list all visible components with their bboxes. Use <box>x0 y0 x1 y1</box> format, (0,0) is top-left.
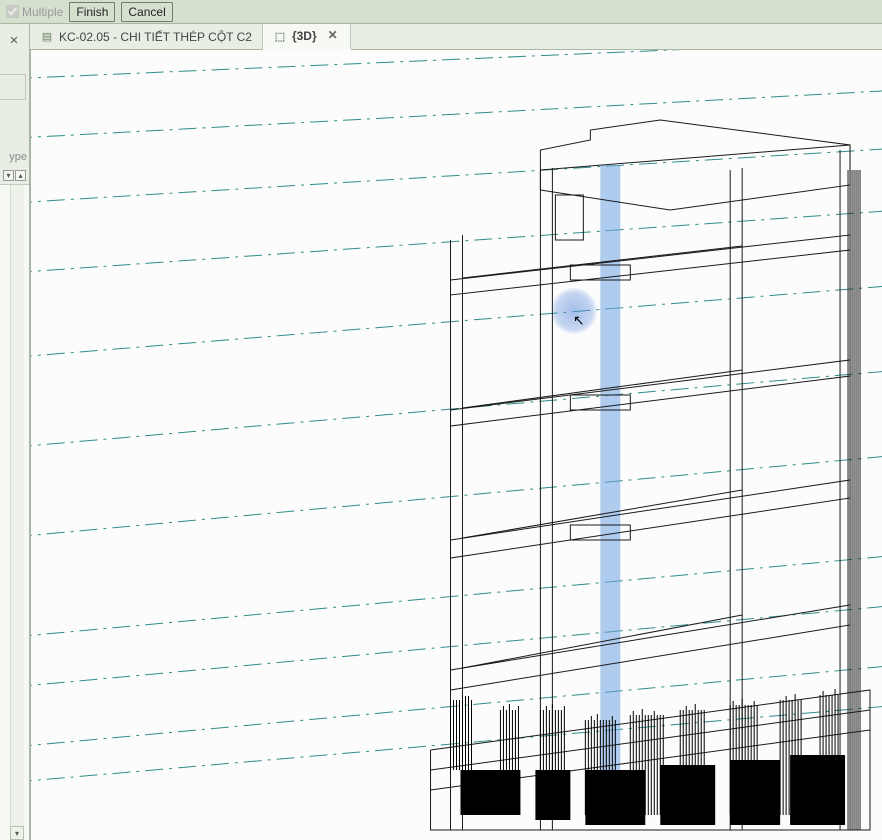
view-type-icon[interactable] <box>0 74 26 100</box>
finish-button[interactable]: Finish <box>69 2 115 22</box>
cube-3d-icon: ⬚ <box>273 29 287 43</box>
scroll-down-icon[interactable]: ▾ <box>10 826 24 840</box>
building-wireframe <box>431 120 870 830</box>
close-icon[interactable]: ✕ <box>6 34 22 50</box>
document-tab-label: KC-02.05 - CHI TIẾT THÉP CỘT C2 <box>59 30 252 44</box>
scroll-arrows: ▾ ▴ <box>3 170 27 181</box>
close-tab-icon[interactable]: ✕ <box>326 29 340 43</box>
document-tab-strip: ▤ KC-02.05 - CHI TIẾT THÉP CỘT C2 ⬚ {3D}… <box>30 24 882 50</box>
level-grid-lines <box>31 50 882 785</box>
chevron-down-icon[interactable]: ▾ <box>3 170 14 181</box>
document-tab-sheet[interactable]: ▤ KC-02.05 - CHI TIẾT THÉP CỘT C2 <box>30 24 263 49</box>
cancel-button[interactable]: Cancel <box>121 2 172 22</box>
chevron-up-icon[interactable]: ▴ <box>15 170 26 181</box>
document-tab-3d[interactable]: ⬚ {3D} ✕ <box>263 24 351 50</box>
multiple-checkbox[interactable] <box>6 5 19 18</box>
document-tab-label: {3D} <box>292 29 317 43</box>
properties-scrollbar-track[interactable] <box>10 185 24 826</box>
options-bar: Multiple Finish Cancel <box>0 0 882 24</box>
foundation-rebar <box>451 689 846 825</box>
model-canvas <box>31 50 882 840</box>
properties-palette-edge: ✕ ype ▾ ▴ ▾ <box>0 24 30 840</box>
viewport-3d[interactable]: ↖ <box>30 50 882 840</box>
properties-body-edge: ▾ <box>0 184 30 840</box>
multiple-label: Multiple <box>22 5 63 19</box>
sheet-icon: ▤ <box>40 30 54 44</box>
multiple-checkbox-wrap: Multiple <box>6 5 63 19</box>
main-area: ✕ ype ▾ ▴ ▾ ▤ KC-02.05 - CHI TIẾT THÉP C… <box>0 24 882 840</box>
edit-type-label-fragment: ype <box>9 151 27 163</box>
